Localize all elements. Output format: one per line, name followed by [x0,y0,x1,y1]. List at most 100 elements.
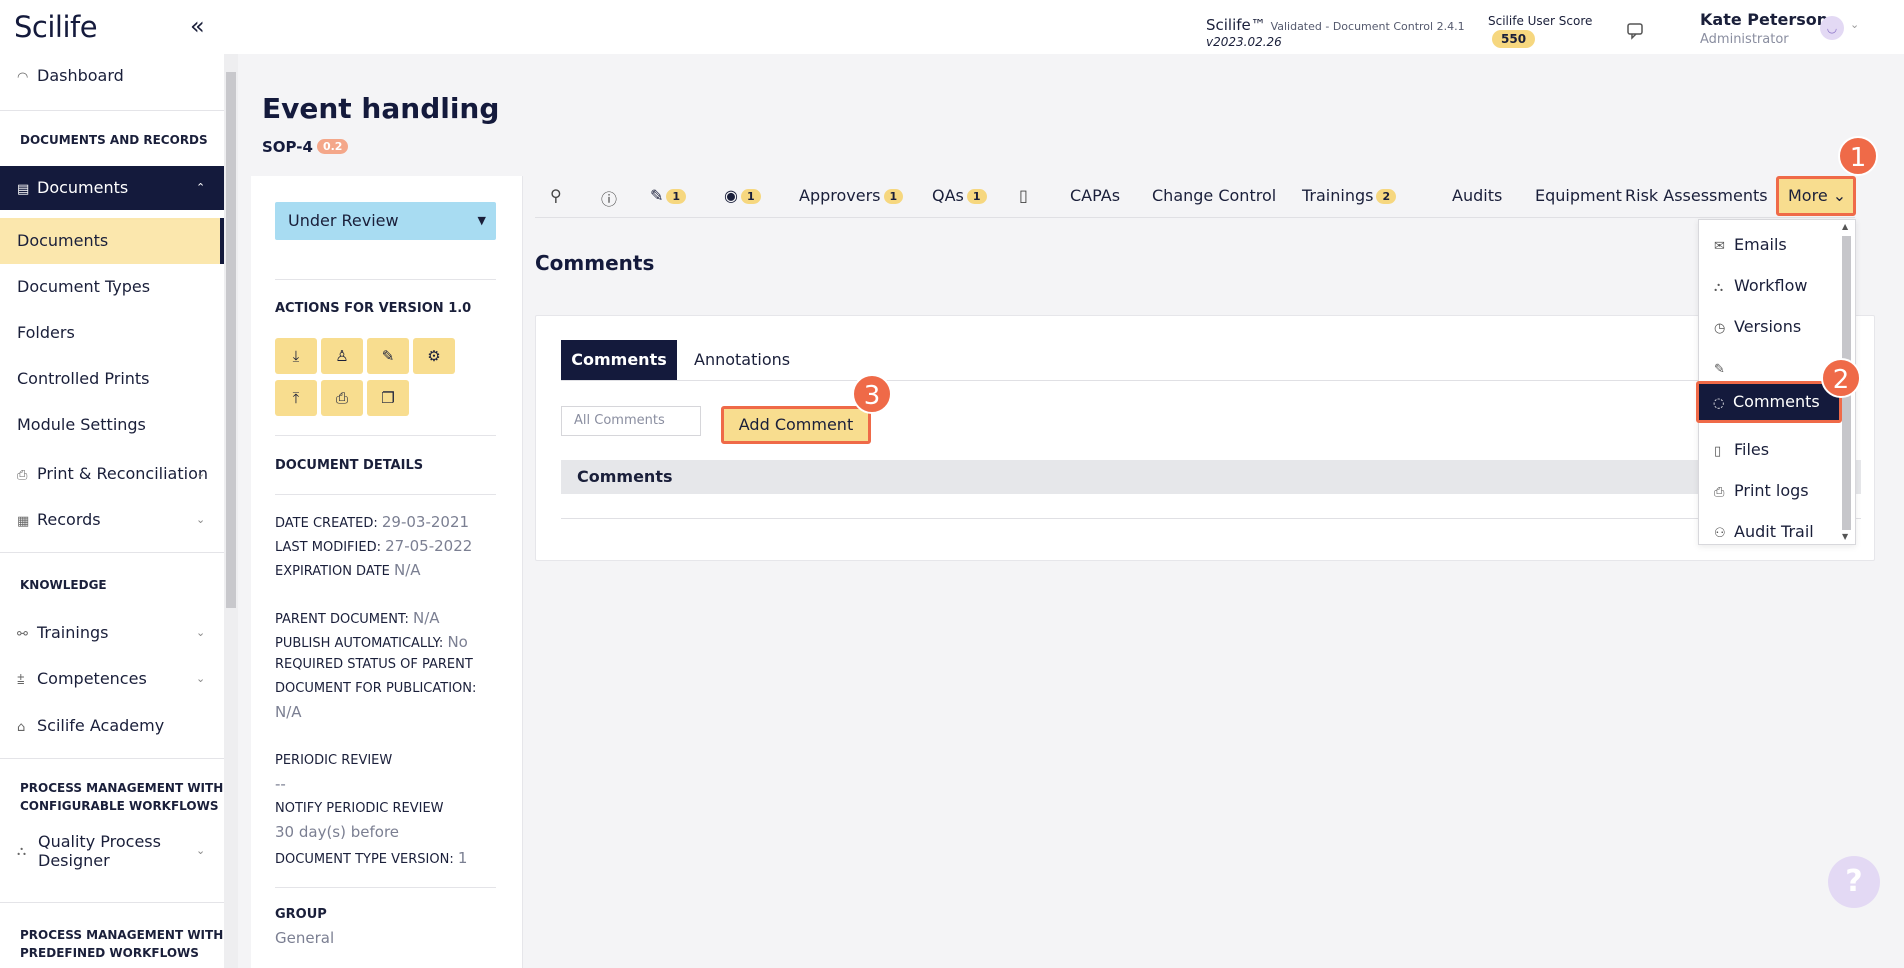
value: N/A [394,561,421,579]
value: N/A [412,609,440,627]
divider [0,902,224,903]
required-status-value: N/A [275,703,302,721]
scrollbar-thumb[interactable] [226,72,236,608]
sidebar-item-label: Competences [37,669,147,688]
print-button[interactable]: ⎙ [321,380,363,416]
menu-item-audit-trail[interactable]: ⚇ Audit Trail [1699,512,1839,552]
date-created: DATE CREATED: 29-03-2021 [275,513,469,531]
sidebar-subitem-module-settings[interactable]: Module Settings [0,402,224,448]
avatar[interactable]: ◡ [1820,16,1844,40]
sidebar-subitem-controlled-prints[interactable]: Controlled Prints [0,356,224,402]
menu-item-comments[interactable]: ◌ Comments [1696,381,1842,423]
chevron-up-icon: ⌃ [196,181,206,194]
tab-views[interactable]: ◉ 1 [724,186,761,205]
sidebar-item-scilife-academy[interactable]: ⌂ Scilife Academy [0,704,224,748]
sidebar-scrollbar[interactable] [224,54,238,968]
menu-item-emails[interactable]: ✉ Emails [1699,225,1839,265]
tab-risk-assessments[interactable]: Risk Assessments [1625,186,1768,205]
user-button[interactable]: ♙ [321,338,363,374]
user-role: Administrator [1700,32,1789,47]
info-icon[interactable]: ⓘ [601,186,617,210]
mail-icon: ✉ [1714,239,1725,254]
status-dropdown[interactable]: Under Review ▼ [275,202,496,240]
value: 27-05-2022 [385,537,473,555]
notify-periodic-review-value: 30 day(s) before [275,823,400,841]
label: PUBLISH AUTOMATICALLY: [275,636,444,651]
periodic-review-label: PERIODIC REVIEW [275,753,393,768]
notify-periodic-review-label: NOTIFY PERIODIC REVIEW [275,801,444,816]
label: DATE CREATED: [275,516,378,531]
settings-button[interactable]: ⚙ [413,338,455,374]
comment-icon: ◌ [1713,396,1725,411]
scroll-down-icon[interactable]: ▼ [1842,532,1848,541]
printer-icon: ⎙ [17,468,28,483]
sidebar-item-print-reconciliation[interactable]: ⎙ Print & Reconciliation ⌄ [0,452,224,496]
menu-item-workflow[interactable]: ⛬ Workflow [1699,266,1839,306]
menu-item-print-logs[interactable]: ⎙ Print logs [1699,471,1839,511]
divider [275,435,496,436]
copy-button[interactable]: ❐ [367,380,409,416]
sidebar-subitem-folders[interactable]: Folders [0,310,224,356]
last-modified: LAST MODIFIED: 27-05-2022 [275,537,472,555]
sidebar-item-trainings[interactable]: ⚯ Trainings ⌄ [0,611,224,655]
tab-qas[interactable]: QAs 1 [932,186,987,205]
more-button[interactable]: More ⌄ [1776,176,1856,216]
tab-label: Approvers [799,186,881,205]
printer-icon: ⎙ [335,389,348,407]
document-code: SOP-4 0.2 [262,138,349,156]
sidebar-subitem-documents[interactable]: Documents [0,218,224,264]
tab-capas[interactable]: CAPAs [1070,186,1120,205]
tab-approvers[interactable]: Approvers 1 [799,186,904,205]
parent-document: PARENT DOCUMENT: N/A [275,609,440,627]
tab-edits[interactable]: ✎ 1 [650,186,687,205]
tab-change-control[interactable]: Change Control [1152,186,1276,205]
divider [275,887,496,888]
edit-button[interactable]: ✎ [367,338,409,374]
scroll-up-icon[interactable]: ▲ [1842,222,1848,231]
user-menu[interactable]: Kate Peterson Administrator [1700,10,1828,47]
download-button[interactable]: ⤓ [275,338,317,374]
tab-annotations[interactable]: Annotations [694,350,790,369]
score-badge: 550 [1492,30,1536,48]
chevron-down-icon[interactable]: ⌄ [1850,18,1859,31]
chat-icon[interactable] [1626,21,1646,46]
menu-item-files[interactable]: ▯ Files [1699,430,1839,470]
sidebar-item-competences[interactable]: ⩲ Competences ⌄ [0,657,224,701]
chevron-down-icon: ⌄ [196,844,206,857]
menu-label: Versions [1734,317,1802,336]
divider [0,758,224,759]
menu-item-versions[interactable]: ◷ Versions [1699,307,1839,347]
section-line: PROCESS MANAGEMENT WITH [20,928,224,942]
collapse-sidebar-icon[interactable]: « [190,12,205,40]
upload-button[interactable]: ⤒ [275,380,317,416]
sidebar-item-label: Dashboard [37,66,124,85]
add-comment-button[interactable]: Add Comment [721,406,871,444]
scilife-logo[interactable]: Scilife [14,10,98,44]
sidebar-item-records[interactable]: ▦ Records ⌄ [0,498,224,542]
tab-audits[interactable]: Audits [1452,186,1502,205]
divider [561,380,1861,381]
chevron-down-icon: ⌄ [196,513,206,526]
help-button[interactable]: ? [1828,856,1880,908]
eye-icon: ◉ [724,186,738,205]
sidebar-item-documents[interactable]: ▤ Documents ⌃ [0,166,224,210]
user-icon: ♙ [335,347,349,365]
pencil-icon: ✎ [381,347,395,365]
document-icon[interactable]: ▯ [1019,186,1028,205]
sidebar-subitem-document-types[interactable]: Document Types [0,264,224,310]
sidebar-item-quality-process-designer[interactable]: ⛬ Quality Process Designer ⌄ [0,827,224,877]
graduation-cap-icon: ⌂ [17,720,26,735]
page-title: Event handling [262,92,500,125]
tab-comments[interactable]: Comments [561,340,677,380]
tab-equipment[interactable]: Equipment [1535,186,1622,205]
network-icon: ⛬ [17,844,27,859]
more-label: More [1788,186,1828,205]
comments-filter-select[interactable]: All Comments [561,406,701,436]
file-icon: ▯ [1714,444,1722,459]
tab-trainings[interactable]: Trainings 2 [1302,186,1397,205]
menu-label: Emails [1734,235,1787,254]
menu-label: Comments [1733,392,1820,411]
count-badge: 1 [966,189,987,204]
search-icon[interactable]: ⚲ [550,186,562,205]
sidebar-item-dashboard[interactable]: ◠ Dashboard [0,54,224,98]
